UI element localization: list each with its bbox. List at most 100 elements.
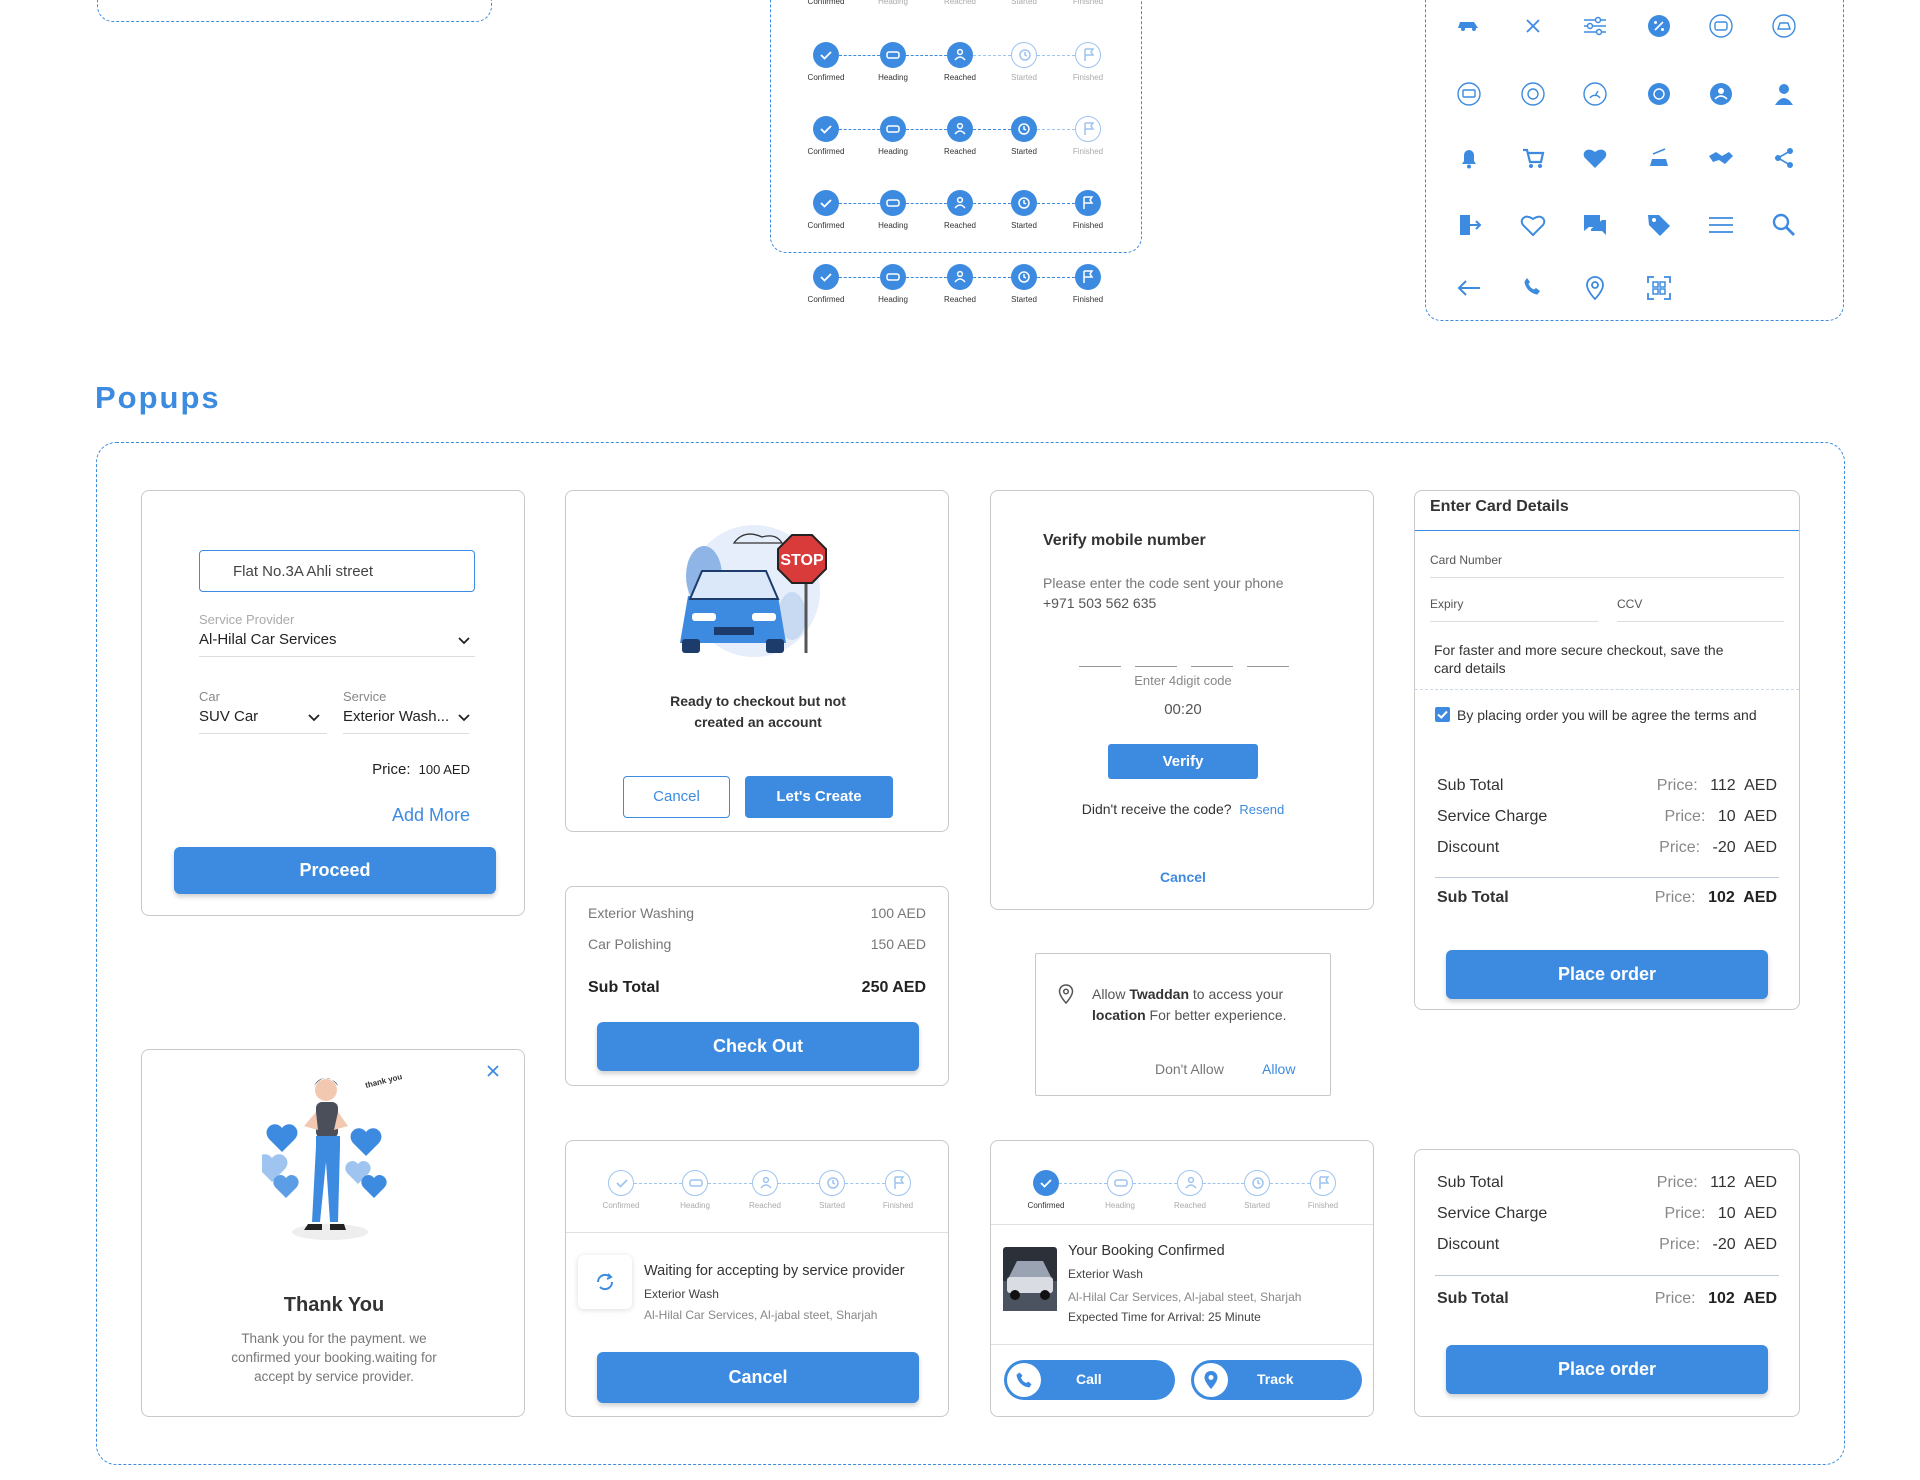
phone-icon <box>1016 1372 1032 1388</box>
step-label: Confirmed <box>1027 1201 1065 1210</box>
step-label: Reached <box>943 147 977 156</box>
car-stop-illustration: STOP <box>680 525 827 657</box>
track-button[interactable]: Track <box>1191 1360 1362 1400</box>
waiting-cancel-button[interactable]: Cancel <box>597 1352 919 1403</box>
step-label: Reached <box>748 1201 782 1210</box>
service-select[interactable]: Exterior Wash... <box>343 708 470 734</box>
search-icon <box>1772 213 1795 236</box>
location-text-d: For better experience. <box>1145 1007 1287 1023</box>
car-icon <box>1458 22 1478 31</box>
code-input[interactable] <box>1079 657 1295 667</box>
code-timer: 00:20 <box>1164 701 1202 718</box>
step-connector <box>1037 277 1075 278</box>
user-icon <box>1775 84 1793 105</box>
bubble-text: thank you!!! <box>364 1072 402 1090</box>
location-pin-icon <box>1058 984 1074 1004</box>
track-label: Track <box>1257 1371 1294 1387</box>
checkout-button[interactable]: Check Out <box>597 1022 919 1071</box>
cart-item-price: 150 AED <box>870 936 926 952</box>
card-number-field[interactable]: Card Number <box>1430 551 1784 578</box>
step-reached-icon <box>752 1170 778 1196</box>
price-row-amount: -20 <box>1712 1236 1736 1253</box>
close-icon[interactable] <box>486 1064 500 1078</box>
total-amount: 102 <box>1708 889 1735 906</box>
verify-title: Verify mobile number <box>1043 532 1206 549</box>
confirmed-address: Al-Hilal Car Services, Al-jabal steet, S… <box>1068 1290 1302 1304</box>
step-connector <box>839 55 880 56</box>
ccv-field[interactable]: CCV <box>1617 595 1784 622</box>
terms-text: By placing order you will be agree the t… <box>1457 707 1757 723</box>
no-code-text: Didn't receive the code? <box>1081 801 1232 817</box>
step-reached-icon <box>1177 1170 1203 1196</box>
share-icon <box>1775 148 1793 168</box>
waiting-service: Exterior Wash <box>644 1287 719 1301</box>
card-details-card: Enter Card Details Card Number Expiry CC… <box>1414 490 1800 1010</box>
step-confirmed-icon <box>813 42 839 68</box>
step-label: Reached <box>943 295 977 304</box>
verify-button[interactable]: Verify <box>1108 744 1258 779</box>
price-row-amount: 112 <box>1710 777 1736 794</box>
allow-button[interactable]: Allow <box>1262 1061 1295 1077</box>
code-hint: Enter 4digit code <box>1134 673 1232 688</box>
step-label: Started <box>819 1201 845 1210</box>
step-label: Confirmed <box>807 295 845 304</box>
provider-value: Al-Hilal Car Services <box>199 631 337 648</box>
step-heading-icon <box>880 42 906 68</box>
step-label: Heading <box>878 0 908 6</box>
address-field[interactable]: Flat No.3A Ahli street <box>199 550 475 592</box>
proceed-button[interactable]: Proceed <box>174 847 496 894</box>
cart-item-price: 100 AED <box>870 905 926 921</box>
resend-link[interactable]: Resend <box>1239 802 1284 817</box>
step-label: Reached <box>943 221 977 230</box>
step-label: Finished <box>1072 0 1104 6</box>
summary-total-price-label: Price: <box>1654 1290 1696 1307</box>
step-connector <box>1059 1183 1107 1184</box>
summary-total-currency: AED <box>1743 1290 1777 1307</box>
price-row-amount: 10 <box>1717 808 1736 825</box>
thank-you-card: thank you!!! Thank You Thank you for the… <box>141 1049 525 1417</box>
card-details-title: Enter Card Details <box>1430 498 1569 515</box>
waiting-divider <box>566 1232 948 1233</box>
chat-icon <box>1584 215 1606 235</box>
total-price-label: Price: <box>1654 889 1696 906</box>
tag-icon <box>1648 215 1670 236</box>
user-circle-icon <box>1710 83 1732 105</box>
vehicle-icon <box>1772 14 1796 38</box>
step-reached-icon <box>947 190 973 216</box>
step-confirmed-icon <box>608 1170 634 1196</box>
expiry-label: Expiry <box>1430 597 1464 611</box>
summary-total-amount: 102 <box>1708 1290 1735 1307</box>
waiting-title: Waiting for accepting by service provide… <box>644 1263 905 1279</box>
terms-checkbox[interactable] <box>1435 707 1450 722</box>
step-confirmed-icon <box>1033 1170 1059 1196</box>
verify-cancel-link[interactable]: Cancel <box>991 869 1375 885</box>
step-heading-icon <box>880 116 906 142</box>
card-total-row: Sub Total Price: 102 AED <box>1437 889 1777 907</box>
step-heading-icon <box>880 264 906 290</box>
call-button[interactable]: Call <box>1004 1360 1175 1400</box>
expiry-field[interactable]: Expiry <box>1430 595 1598 622</box>
thank-you-illustration: thank you!!! <box>262 1072 402 1240</box>
price-row-price-label: Price: <box>1664 808 1706 825</box>
dont-allow-button[interactable]: Don't Allow <box>1155 1061 1224 1077</box>
price-row-label: Service Charge <box>1437 808 1548 825</box>
step-label: Heading <box>878 295 908 304</box>
waiting-address: Al-Hilal Car Services, Al-jabal steet, S… <box>644 1308 878 1322</box>
step-label: Finished <box>1307 1201 1339 1210</box>
step-reached-icon <box>947 264 973 290</box>
place-order-button[interactable]: Place order <box>1446 950 1768 999</box>
step-label: Finished <box>1072 73 1104 82</box>
provider-select[interactable]: Al-Hilal Car Services <box>199 631 475 657</box>
verify-card: Verify mobile number Please enter the co… <box>990 490 1374 910</box>
confirmed-step-tracker: Confirmed Heading Reached Started Finished <box>991 1141 1375 1223</box>
summary-place-order-button[interactable]: Place order <box>1446 1345 1768 1394</box>
checkout-cancel-button[interactable]: Cancel <box>623 776 730 818</box>
price-row: Sub Total Price: 112 AED <box>1437 777 1777 795</box>
lets-create-button[interactable]: Let's Create <box>745 776 893 818</box>
location-permission-card: Allow Twaddan to access your location Fo… <box>1035 953 1331 1096</box>
handshake-icon <box>1709 152 1733 164</box>
add-more-link[interactable]: Add More <box>392 805 470 826</box>
car-select[interactable]: SUV Car <box>199 708 327 734</box>
step-label: Started <box>1011 0 1037 6</box>
actions-divider <box>991 1344 1373 1345</box>
